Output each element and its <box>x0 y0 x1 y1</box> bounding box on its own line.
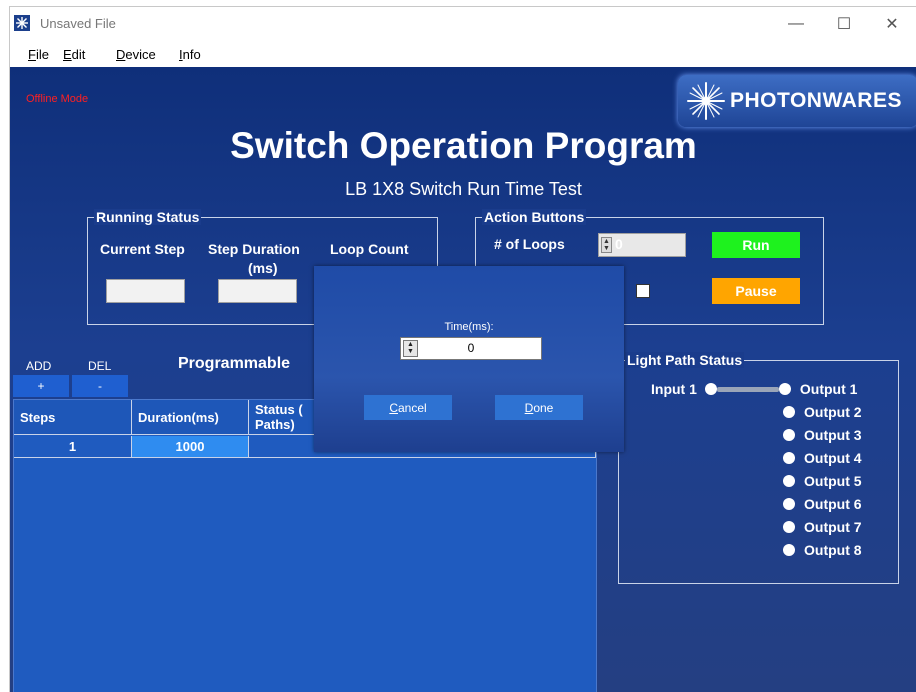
time-dialog: Time(ms): ▲ ▼ 0 Cancel Done <box>314 266 624 452</box>
output-row-4: Output 4 <box>783 450 862 466</box>
time-label: Time(ms): <box>444 321 494 333</box>
run-button[interactable]: Run <box>712 232 800 258</box>
output-5-dot-icon <box>783 475 795 487</box>
cell-step[interactable]: 1 <box>14 436 132 458</box>
time-value: 0 <box>467 341 475 355</box>
output-3-dot-icon <box>783 429 795 441</box>
loop-count-label: Loop Count <box>330 241 409 257</box>
page-subtitle: LB 1X8 Switch Run Time Test <box>345 179 582 199</box>
offline-mode-label: Offline Mode <box>26 93 89 105</box>
maximize-button[interactable]: ☐ <box>821 7 867 41</box>
step-duration-label: Step Duration <box>208 241 300 257</box>
close-button[interactable]: ✕ <box>869 7 915 41</box>
pause-button[interactable]: Pause <box>712 278 800 304</box>
light-path-status-group: Light Path Status Input 1 Output 1 Outpu… <box>618 352 899 584</box>
output-6-label: Output 6 <box>804 496 862 512</box>
output-row-8: Output 8 <box>783 542 862 558</box>
page-title: Switch Operation Program <box>230 125 697 166</box>
output-3-label: Output 3 <box>804 427 862 443</box>
app-logo-icon <box>14 15 30 31</box>
output-2-label: Output 2 <box>804 404 862 420</box>
input-label: Input 1 <box>651 381 697 397</box>
loops-value: 0 <box>615 236 623 252</box>
cell-duration[interactable]: 1000 <box>132 436 249 458</box>
done-button[interactable]: Done <box>495 395 583 420</box>
output-4-dot-icon <box>783 452 795 464</box>
light-path-status-label: Light Path Status <box>625 352 745 368</box>
window-title: Unsaved File <box>40 16 116 31</box>
output-7-label: Output 7 <box>804 519 862 535</box>
photonwares-logo: PHOTONWARES <box>678 75 916 127</box>
cancel-button[interactable]: Cancel <box>364 395 452 420</box>
input-row: Input 1 Output 1 <box>651 381 857 397</box>
running-status-label: Running Status <box>94 209 202 225</box>
step-duration-unit-label: (ms) <box>248 260 278 276</box>
output-5-label: Output 5 <box>804 473 862 489</box>
light-path-line <box>716 386 779 392</box>
app-window: Unsaved File — ☐ ✕ File Edit Device Info… <box>9 6 916 692</box>
output-7-dot-icon <box>783 521 795 533</box>
main-panel: Offline Mode PHOTONWARES Switch Operatio… <box>10 67 916 692</box>
input-dot-icon <box>704 383 717 395</box>
del-label: DEL <box>88 359 112 373</box>
menu-file[interactable]: File <box>28 47 49 62</box>
add-label: ADD <box>26 359 52 373</box>
programmable-title: Programmable <box>178 355 291 372</box>
column-header-steps[interactable]: Steps <box>14 400 132 435</box>
output-row-7: Output 7 <box>783 519 862 535</box>
output-1-label: Output 1 <box>799 381 858 397</box>
output-row-5: Output 5 <box>783 473 862 489</box>
add-step-button[interactable]: + <box>13 375 69 397</box>
output-4-label: Output 4 <box>804 450 862 466</box>
current-step-field <box>106 279 185 303</box>
output-row-2: Output 2 <box>783 404 862 420</box>
output-1-dot-icon <box>778 383 791 395</box>
option-checkbox[interactable] <box>636 284 650 298</box>
loops-spinner[interactable]: ▲ ▼ 0 <box>598 233 686 257</box>
output-8-label: Output 8 <box>804 542 862 558</box>
output-8-dot-icon <box>783 544 795 556</box>
loops-spin-arrows-icon[interactable]: ▲ ▼ <box>601 237 612 253</box>
delete-step-button[interactable]: - <box>72 375 128 397</box>
action-buttons-label: Action Buttons <box>482 209 587 225</box>
menu-bar: File Edit Device Info <box>10 41 916 67</box>
logo-text: PHOTONWARES <box>730 89 902 112</box>
loops-label: # of Loops <box>494 236 565 252</box>
current-step-label: Current Step <box>100 241 185 257</box>
column-header-duration[interactable]: Duration(ms) <box>132 400 249 435</box>
logo-star-icon <box>687 82 725 120</box>
step-duration-field <box>218 279 297 303</box>
output-row-6: Output 6 <box>783 496 862 512</box>
menu-edit[interactable]: Edit <box>63 47 85 62</box>
menu-info[interactable]: Info <box>179 47 201 62</box>
output-2-dot-icon <box>783 406 795 418</box>
output-6-dot-icon <box>783 498 795 510</box>
title-bar[interactable]: Unsaved File — ☐ ✕ <box>10 7 916 41</box>
menu-device[interactable]: Device <box>116 47 156 62</box>
minimize-button[interactable]: — <box>773 7 819 41</box>
output-row-3: Output 3 <box>783 427 862 443</box>
time-input[interactable]: ▲ ▼ 0 <box>400 337 542 360</box>
